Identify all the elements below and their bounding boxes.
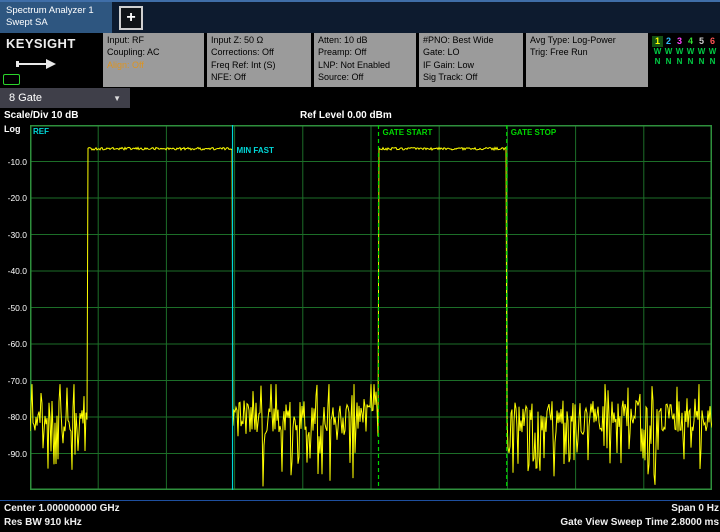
- trace-canvas: [30, 125, 712, 490]
- status-line: Input: RF: [107, 34, 200, 46]
- status-header: KEYSIGHT Input: RFCoupling: ACAlign: Off…: [0, 33, 720, 87]
- status-line: Sig Track: Off: [423, 71, 519, 83]
- footer-row-1: Center 1.000000000 GHz Span 0 Hz: [0, 503, 720, 516]
- status-line: Input Z: 50 Ω: [211, 34, 307, 46]
- add-tab-button[interactable]: +: [119, 6, 143, 30]
- trace-indicator[interactable]: 6WN: [707, 36, 718, 87]
- status-line: #PNO: Best Wide: [423, 34, 519, 46]
- trace-indicator[interactable]: 3WN: [674, 36, 685, 87]
- y-axis-label: -50.0: [0, 303, 27, 313]
- chevron-down-icon: ▼: [113, 94, 121, 103]
- y-axis-label: -20.0: [0, 193, 27, 203]
- status-line: NFE: Off: [211, 71, 307, 83]
- ref-level-label: Ref Level 0.00 dBm: [300, 110, 392, 121]
- status-line: Source: Off: [318, 71, 412, 83]
- status-panel[interactable]: Input: RFCoupling: ACAlign: Off: [103, 33, 204, 87]
- trace-indicator[interactable]: 1WN: [652, 36, 663, 87]
- status-panel[interactable]: Input Z: 50 ΩCorrections: OffFreq Ref: I…: [207, 33, 311, 87]
- status-line: Preamp: Off: [318, 46, 412, 58]
- y-axis-label: -30.0: [0, 230, 27, 240]
- status-panel[interactable]: Avg Type: Log-PowerTrig: Free Run: [526, 33, 648, 87]
- status-line: Align: Off: [107, 59, 200, 71]
- scale-div-label: Scale/Div 10 dB: [4, 110, 78, 121]
- y-axis-label: -90.0: [0, 449, 27, 459]
- footer-row-2: Res BW 910 kHz Gate View Sweep Time 2.80…: [0, 517, 720, 530]
- status-line: LNP: Not Enabled: [318, 59, 412, 71]
- measurement-settings-panels: Input: RFCoupling: ACAlign: OffInput Z: …: [103, 33, 648, 87]
- tab-subtitle: Swept SA: [6, 17, 106, 29]
- gate-view-label: 8 Gate: [9, 92, 42, 104]
- sweep-time-readout[interactable]: Gate View Sweep Time 2.8000 ms: [560, 517, 719, 528]
- status-line: Corrections: Off: [211, 46, 307, 58]
- window-tab-bar: Spectrum Analyzer 1 Swept SA +: [0, 0, 720, 33]
- y-axis-label: -70.0: [0, 376, 27, 386]
- y-axis-label: -40.0: [0, 266, 27, 276]
- status-line: Freq Ref: Int (S): [211, 59, 307, 71]
- log-scale-label: Log: [4, 124, 21, 134]
- tab-spectrum-analyzer[interactable]: Spectrum Analyzer 1 Swept SA: [0, 2, 112, 33]
- status-line: Coupling: AC: [107, 46, 200, 58]
- status-line: Avg Type: Log-Power: [530, 34, 644, 46]
- trace-indicator[interactable]: 5WN: [696, 36, 707, 87]
- status-led-icon: [3, 74, 20, 85]
- status-panel[interactable]: #PNO: Best WideGate: LOIF Gain: LowSig T…: [419, 33, 523, 87]
- gate-stop-marker-label: GATE STOP: [511, 128, 557, 137]
- tab-title: Spectrum Analyzer 1: [6, 5, 106, 17]
- gate-view-dropdown[interactable]: 8 Gate ▼: [0, 88, 130, 108]
- center-frequency-readout[interactable]: Center 1.000000000 GHz: [4, 503, 120, 514]
- status-line: Trig: Free Run: [530, 46, 644, 58]
- spectrum-plot[interactable]: [30, 125, 712, 490]
- trace-indicators[interactable]: 1WN2WN3WN4WN5WN6WN: [652, 33, 720, 87]
- brand-name: KEYSIGHT: [0, 33, 100, 51]
- y-axis-label: -10.0: [0, 157, 27, 167]
- app-window: Spectrum Analyzer 1 Swept SA + KEYSIGHT …: [0, 0, 720, 532]
- view-selector-bar: 8 Gate ▼: [0, 87, 720, 109]
- ref-marker-label: REF: [33, 127, 49, 136]
- status-line: Atten: 10 dB: [318, 34, 412, 46]
- y-axis-label: -60.0: [0, 339, 27, 349]
- y-axis-label: -80.0: [0, 412, 27, 422]
- status-line: IF Gain: Low: [423, 59, 519, 71]
- min-fast-marker-label: MIN FAST: [237, 146, 274, 155]
- trace-indicator[interactable]: 2WN: [663, 36, 674, 87]
- rf-input-arrow-icon: [0, 51, 100, 75]
- res-bw-readout[interactable]: Res BW 910 kHz: [4, 517, 82, 528]
- span-readout[interactable]: Span 0 Hz: [671, 503, 719, 514]
- status-panel[interactable]: Atten: 10 dBPreamp: OffLNP: Not EnabledS…: [314, 33, 416, 87]
- footer-divider: [0, 500, 720, 501]
- gate-start-marker-label: GATE START: [383, 128, 433, 137]
- trace-indicator[interactable]: 4WN: [685, 36, 696, 87]
- status-line: Gate: LO: [423, 46, 519, 58]
